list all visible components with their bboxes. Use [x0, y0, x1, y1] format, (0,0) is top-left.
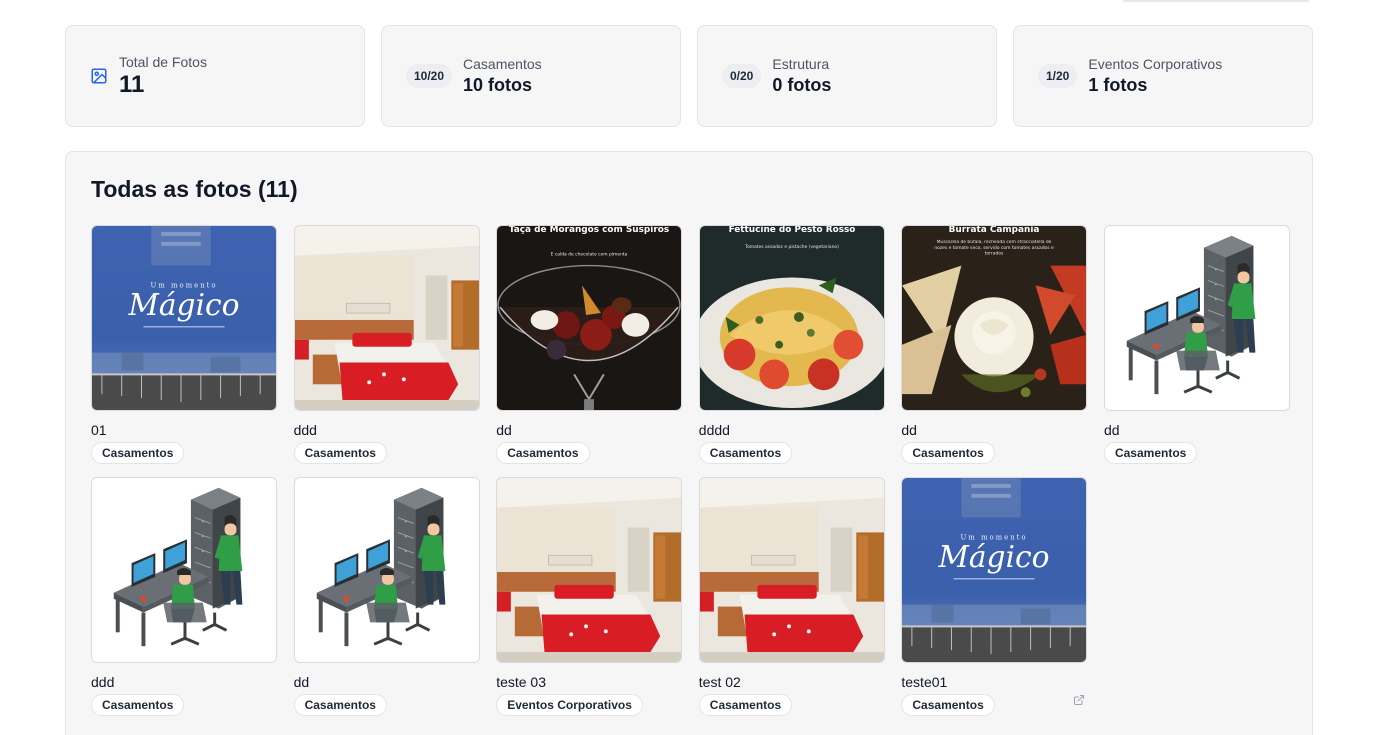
photo-title: dd — [496, 422, 512, 438]
photo-card[interactable]: ddd Casamentos — [293, 225, 480, 469]
image-heading: Fettucine do Pesto Rosso — [728, 226, 855, 235]
photo-title: teste01 — [901, 674, 948, 690]
header-control-edge — [1123, 0, 1309, 2]
pasta-thumbnail[interactable]: Fettucine do Pesto Rosso Tomates assados… — [698, 225, 885, 411]
image-heading: Taça de Morangos com Suspiros — [509, 226, 669, 235]
stat-value: 11 — [119, 71, 145, 98]
category-badge: Casamentos — [698, 442, 793, 464]
category-badge: Casamentos — [698, 694, 793, 716]
stat-value: 10 fotos — [463, 75, 533, 95]
dessert-thumbnail[interactable]: Taça de Morangos com Suspiros E calda de… — [496, 225, 683, 411]
image-subheading: E calda de chocolate com pimenta — [551, 252, 628, 258]
photo-title: dd — [901, 422, 917, 438]
image-script-title: Mágico — [128, 287, 240, 322]
hotel-room-thumbnail[interactable] — [293, 225, 480, 411]
image-heading: Burrata Campania — [949, 226, 1040, 235]
it-workers-thumbnail[interactable] — [1103, 225, 1290, 411]
hotel-room-thumbnail[interactable] — [698, 477, 885, 663]
photo-card[interactable]: Fettucine do Pesto Rosso Tomates assados… — [698, 225, 885, 469]
photo-title: dddd — [698, 422, 730, 438]
stat-value: 1 fotos — [1088, 75, 1148, 95]
photo-gallery: Todas as fotos (11) Um momento Mágico 01… — [65, 151, 1313, 735]
image-script-title: Mágico — [938, 539, 1050, 574]
stat-quota-badge: 0/20 — [722, 64, 762, 88]
stat-total-photos: Total de Fotos 11 — [65, 25, 365, 127]
stat-label: Eventos Corporativos — [1088, 56, 1223, 72]
category-badge: Casamentos — [901, 442, 995, 464]
stat-value: 0 fotos — [772, 75, 832, 95]
stat-label: Estrutura — [772, 56, 830, 72]
image-icon — [90, 67, 119, 85]
photo-card[interactable]: Taça de Morangos com Suspiros E calda de… — [496, 225, 683, 469]
image-subheading: Mussarela de búfala, recheada com stracc… — [934, 239, 1055, 257]
category-badge: Casamentos — [1103, 442, 1198, 464]
category-badge: Casamentos — [293, 694, 387, 716]
magico-thumbnail[interactable]: Um momento Mágico — [901, 477, 1088, 663]
photo-card[interactable]: Burrata Campania Mussarela de búfala, re… — [901, 225, 1088, 469]
it-workers-thumbnail[interactable] — [91, 477, 277, 663]
stat-quota-badge: 10/20 — [406, 64, 453, 88]
photo-title: test 02 — [698, 674, 741, 690]
photo-card[interactable]: dd Casamentos — [1103, 225, 1290, 469]
category-badge: Casamentos — [91, 442, 185, 464]
stat-estrutura: 0/20 Estrutura 0 fotos — [697, 25, 997, 127]
burrata-thumbnail[interactable]: Burrata Campania Mussarela de búfala, re… — [901, 225, 1088, 411]
stat-quota-badge: 1/20 — [1038, 64, 1078, 88]
photo-card[interactable]: Um momento Mágico 01 Casamentos — [91, 225, 277, 469]
it-workers-thumbnail[interactable] — [293, 477, 480, 663]
category-badge: Casamentos — [901, 694, 995, 716]
photo-card[interactable]: test 02 Casamentos — [698, 477, 885, 721]
stat-label: Total de Fotos — [119, 54, 207, 70]
photo-title: dd — [1103, 422, 1120, 438]
photo-card[interactable]: ddd Casamentos — [91, 477, 277, 721]
gallery-title: Todas as fotos (11) — [91, 176, 298, 202]
category-badge: Casamentos — [91, 694, 185, 716]
magico-thumbnail[interactable]: Um momento Mágico — [91, 225, 277, 411]
photo-card[interactable]: Um momento Mágico teste01 Casamentos — [901, 477, 1088, 721]
stat-label: Casamentos — [463, 56, 542, 72]
photo-title: teste 03 — [496, 674, 547, 690]
photo-grid: Um momento Mágico 01 Casamentos ddd Casame… — [91, 225, 1290, 721]
stats-row: Total de Fotos 11 10/20 Casamentos 10 fo… — [65, 25, 1313, 127]
category-badge: Casamentos — [496, 442, 590, 464]
photo-title: ddd — [91, 674, 115, 690]
category-badge: Eventos Corporativos — [496, 694, 643, 716]
category-badge: Casamentos — [293, 442, 387, 464]
photo-title: ddd — [293, 422, 317, 438]
image-subheading: Tomates assados e pistache (vegetariano) — [744, 244, 839, 250]
photo-title: dd — [293, 674, 310, 690]
stat-casamentos: 10/20 Casamentos 10 fotos — [381, 25, 681, 127]
photo-card[interactable]: teste 03 Eventos Corporativos — [496, 477, 683, 721]
stat-eventos-corporativos: 1/20 Eventos Corporativos 1 fotos — [1013, 25, 1313, 127]
photo-title: 01 — [91, 422, 107, 438]
external-link-icon[interactable] — [1073, 693, 1085, 705]
photo-card[interactable]: dd Casamentos — [293, 477, 480, 721]
hotel-room-thumbnail[interactable] — [496, 477, 683, 663]
